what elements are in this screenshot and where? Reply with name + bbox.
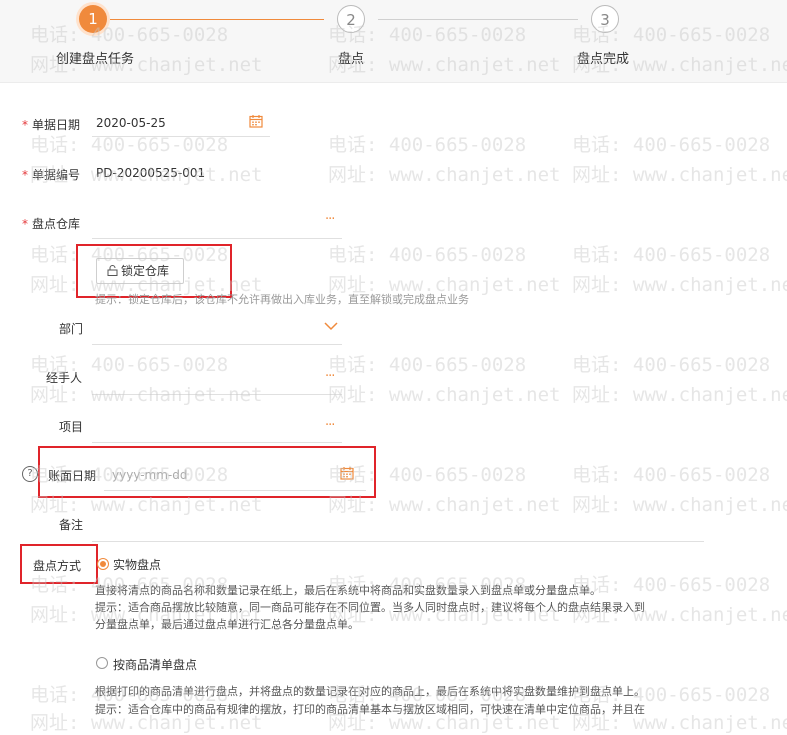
radio-list-count[interactable]: [96, 657, 108, 669]
handler-label: 经手人: [46, 371, 83, 385]
option-list-count-desc-1: 根据打印的商品清单进行盘点，并将盘点的数量记录在对应的商品上，最后在系统中将实盘…: [95, 685, 645, 698]
warehouse-hint: 提示：锁定仓库后，该仓库不允许再做出入库业务，直至解锁或完成盘点业务: [95, 293, 469, 306]
radio-physical-count[interactable]: [97, 558, 109, 570]
step-2-circle: 2: [337, 5, 365, 33]
step-header: 1 2 3 创建盘点任务 盘点 盘点完成: [0, 0, 787, 83]
watermark-site: 网址: www.chanjet.net: [572, 274, 787, 296]
remark-underline: [92, 541, 704, 542]
step-3-label: 盘点完成: [577, 52, 630, 67]
option-physical-count-desc-2: 提示：适合商品摆放比较随意，同一商品可能存在不同位置。当多人同时盘点时，建议将每…: [95, 601, 645, 614]
highlight-box-book-date: [38, 446, 376, 498]
warehouse-more-icon[interactable]: ···: [325, 212, 335, 227]
doc-date-input[interactable]: 2020-05-25: [96, 116, 166, 130]
option-list-count-desc-2: 提示：适合仓库中的商品有规律的摆放，打印的商品清单基本与摆放区域相同，可快速在清…: [95, 703, 645, 716]
watermark-phone: 电话: 400-665-0028: [572, 464, 771, 486]
remark-label: 备注: [59, 518, 84, 532]
step-2-label: 盘点: [338, 52, 365, 67]
option-physical-count-desc-1: 直接将清点的商品名称和数量记录在纸上，最后在系统中将商品和实盘数量录入到盘点单或…: [95, 584, 601, 597]
watermark-phone: 电话: 400-665-0028: [572, 244, 771, 266]
highlight-box-method: [20, 544, 98, 584]
watermark-site: 网址: www.chanjet.net: [572, 384, 787, 406]
project-label: 项目: [59, 420, 84, 434]
watermark-site: 网址: www.chanjet.net: [572, 494, 787, 516]
option-list-count-label[interactable]: 按商品清单盘点: [113, 656, 197, 673]
step-3-circle: 3: [591, 5, 619, 33]
watermark-phone: 电话: 400-665-0028: [572, 574, 771, 596]
watermark-phone: 电话: 400-665-0028: [572, 134, 771, 156]
chevron-down-icon[interactable]: [324, 322, 338, 331]
option-physical-count-label[interactable]: 实物盘点: [113, 556, 161, 573]
handler-underline: [92, 394, 342, 395]
step-connector-1: [110, 19, 324, 20]
watermark-phone: 电话: 400-665-0028: [572, 354, 771, 376]
step-connector-2: [378, 19, 578, 20]
doc-date-label: * 单据日期: [22, 118, 81, 132]
step-1-label: 创建盘点任务: [56, 52, 135, 67]
watermark-site: 网址: www.chanjet.net: [328, 164, 561, 186]
calendar-icon[interactable]: [249, 114, 263, 128]
watermark-phone: 电话: 400-665-0028: [328, 134, 527, 156]
project-underline: [92, 442, 342, 443]
watermark-site: 网址: www.chanjet.net: [328, 384, 561, 406]
watermark-phone: 电话: 400-665-0028: [328, 354, 527, 376]
department-underline: [92, 344, 342, 345]
help-icon[interactable]: ?: [22, 466, 38, 482]
department-label: 部门: [59, 322, 84, 336]
warehouse-underline: [92, 238, 342, 239]
doc-number-label: * 单据编号: [22, 168, 81, 182]
watermark-phone: 电话: 400-665-0028: [328, 244, 527, 266]
step-1-circle: 1: [79, 5, 107, 33]
option-physical-count-desc-3: 分量盘点单，最后通过盘点单进行汇总各分量盘点单。: [95, 618, 359, 631]
doc-number-value: PD-20200525-001: [96, 166, 206, 180]
doc-date-underline: [92, 136, 270, 137]
watermark-phone: 电话: 400-665-0028: [30, 134, 229, 156]
project-more-icon[interactable]: ···: [325, 418, 335, 433]
watermark-site: 网址: www.chanjet.net: [572, 164, 787, 186]
highlight-box-lock: [76, 244, 232, 298]
handler-more-icon[interactable]: ···: [325, 369, 335, 384]
warehouse-label: * 盘点仓库: [22, 217, 81, 231]
